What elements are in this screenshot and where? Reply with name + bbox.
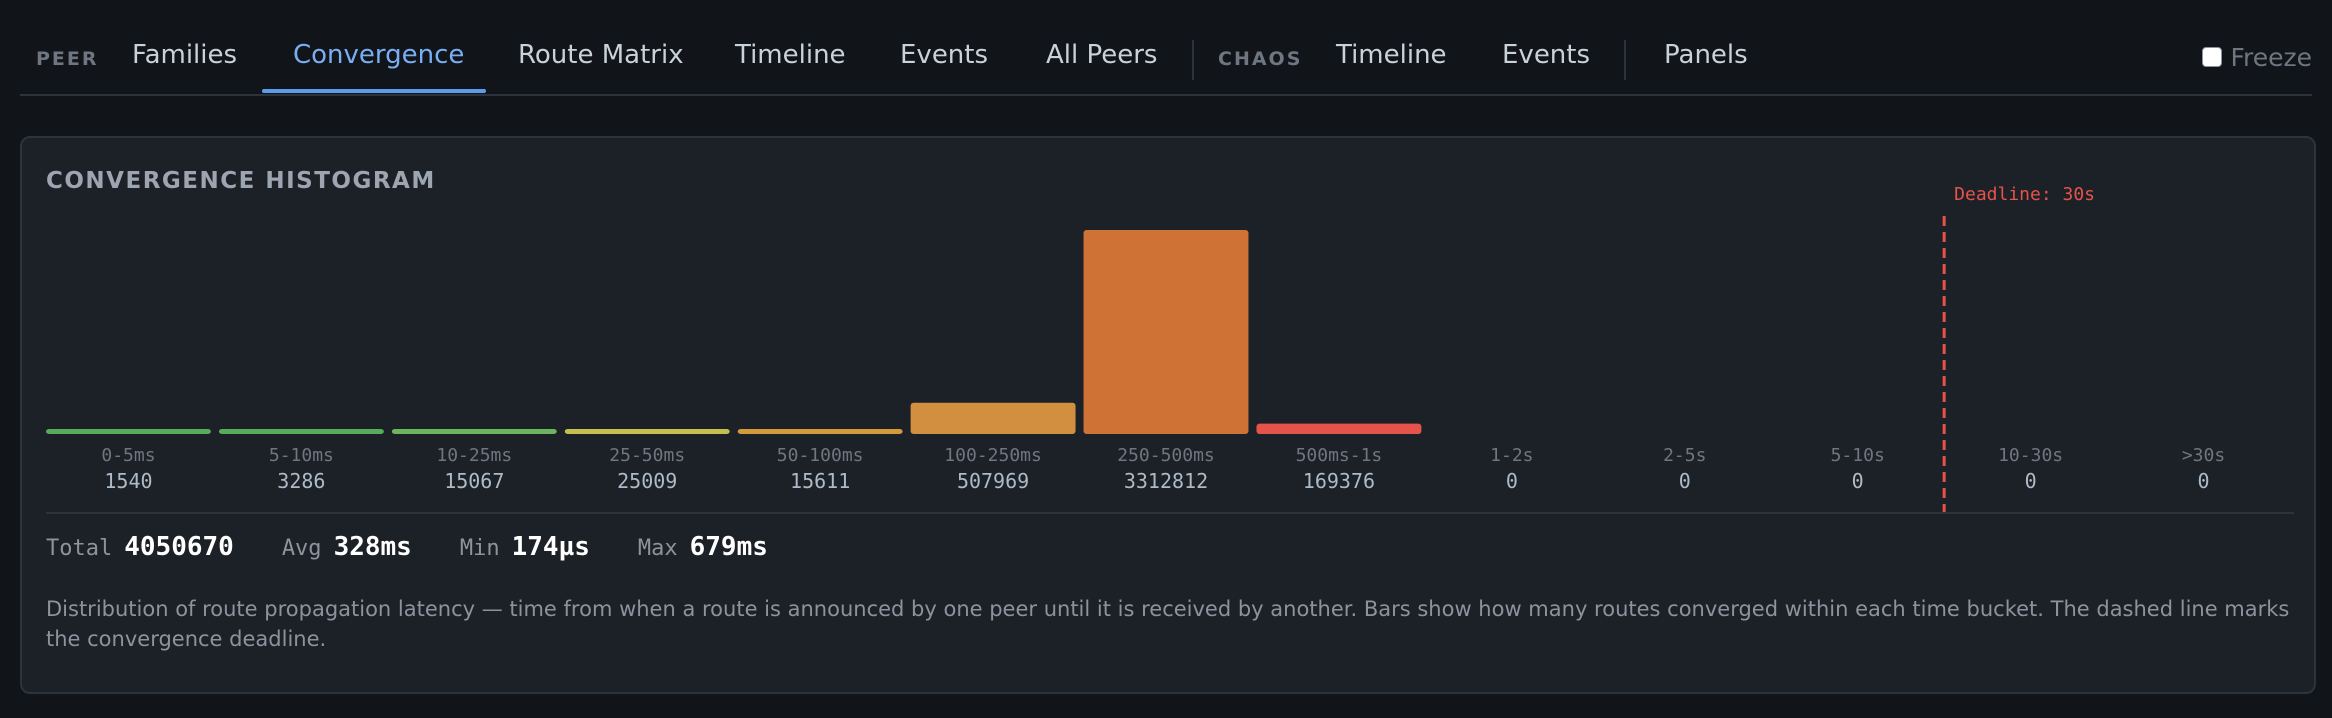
- tick-label-50-100ms: 50-100ms: [777, 445, 864, 466]
- tab-chaos-timeline[interactable]: Timeline: [1336, 38, 1447, 72]
- tick-label-2-5s: 2-5s: [1663, 445, 1706, 466]
- tick-label-250-500ms: 250-500ms: [1117, 445, 1215, 466]
- convergence-histogram-panel: CONVERGENCE HISTOGRAM 0-5ms 1540 5-10ms 328…: [20, 136, 2316, 694]
- freeze-checkbox[interactable]: [2202, 47, 2223, 67]
- stat-total-label: Total: [46, 536, 113, 561]
- stat-min-label: Min: [459, 536, 500, 561]
- histogram-svg: 0-5ms 1540 5-10ms 3286 10-25ms 15067 25-50ms 25…: [46, 184, 2225, 518]
- tab-panels[interactable]: Panels: [1664, 38, 1748, 72]
- nav-divider: [1624, 40, 1626, 80]
- bar-value-1-2s: 0: [1506, 469, 1518, 493]
- bar-5-10ms: [218, 429, 384, 434]
- tick-label-500ms-1s: 500ms-1s: [1296, 445, 1383, 466]
- bar-value-5-10s: 0: [1852, 469, 1864, 493]
- tab-families[interactable]: Families: [132, 38, 237, 72]
- stats-divider: [46, 512, 2294, 514]
- top-nav: PEER Families Convergence Route Matrix T…: [20, 0, 2312, 96]
- bar-50-100ms: [737, 429, 903, 434]
- bar-25-50ms: [564, 429, 730, 434]
- histogram-description: Distribution of route propagation latenc…: [46, 597, 2290, 651]
- tab-peer-events[interactable]: Events: [900, 38, 988, 72]
- bar-value-10-30s: 0: [2025, 469, 2037, 493]
- bar-10-25ms: [391, 429, 557, 434]
- tick-label-5-10s: 5-10s: [1831, 445, 1885, 466]
- tick-label-5-10ms: 5-10ms: [269, 445, 334, 466]
- stats-row: Total 4050670 Avg 328ms Min 174µs Max 67…: [46, 532, 816, 572]
- stat-total: Total 4050670: [46, 532, 234, 562]
- tab-chaos-events[interactable]: Events: [1502, 38, 1590, 72]
- stat-avg-label: Avg: [281, 536, 322, 561]
- bar-250-500ms: [1083, 230, 1249, 434]
- deadline-label: Deadline: 30s: [1954, 184, 2095, 205]
- bar-value-100-250ms: 507969: [957, 469, 1029, 493]
- bar-100-250ms: [910, 402, 1076, 434]
- stat-max-label: Max: [637, 536, 678, 561]
- stat-min: Min 174µs: [460, 532, 590, 562]
- tick-label-10-30s: 10-30s: [1998, 445, 2063, 466]
- histogram-chart: 0-5ms 1540 5-10ms 3286 10-25ms 15067 25-50ms 25…: [22, 138, 2318, 538]
- nav-divider: [1192, 40, 1194, 80]
- tick-label-10-25ms: 10-25ms: [436, 445, 512, 466]
- peer-section-label: PEER: [36, 48, 99, 70]
- bar-value-10-25ms: 15067: [444, 469, 504, 493]
- tick-label-0-5ms: 0-5ms: [101, 445, 155, 466]
- bar-value-0-5ms: 1540: [104, 469, 152, 493]
- chaos-section-label: CHAOS: [1218, 48, 1303, 70]
- stat-total-value: 4050670: [124, 532, 234, 562]
- stat-max-value: 679ms: [689, 532, 768, 562]
- tick-label-30s: >30s: [2182, 445, 2225, 466]
- stat-max: Max 679ms: [638, 532, 768, 562]
- tick-label-25-50ms: 25-50ms: [609, 445, 685, 466]
- freeze-toggle[interactable]: Freeze: [2202, 40, 2312, 74]
- bar-value-30s: 0: [2198, 469, 2210, 493]
- bar-value-500ms-1s: 169376: [1303, 469, 1375, 493]
- bar-0-5ms: [46, 429, 211, 434]
- tab-route-matrix[interactable]: Route Matrix: [518, 38, 684, 72]
- stat-avg: Avg 328ms: [282, 532, 412, 562]
- bar-value-5-10ms: 3286: [277, 469, 325, 493]
- stat-avg-value: 328ms: [333, 532, 412, 562]
- tab-all-peers[interactable]: All Peers: [1046, 38, 1157, 72]
- bar-value-2-5s: 0: [1679, 469, 1691, 493]
- bar-value-25-50ms: 25009: [617, 469, 677, 493]
- bar-500ms-1s: [1256, 423, 1422, 434]
- freeze-label: Freeze: [2230, 42, 2312, 72]
- active-tab-indicator: [262, 89, 486, 93]
- tick-label-1-2s: 1-2s: [1490, 445, 1533, 466]
- stat-min-value: 174µs: [511, 532, 590, 562]
- bar-value-50-100ms: 15611: [790, 469, 850, 493]
- tab-convergence[interactable]: Convergence: [293, 38, 464, 72]
- bar-value-250-500ms: 3312812: [1124, 469, 1208, 493]
- tab-peer-timeline[interactable]: Timeline: [735, 38, 846, 72]
- tick-label-100-250ms: 100-250ms: [944, 445, 1042, 466]
